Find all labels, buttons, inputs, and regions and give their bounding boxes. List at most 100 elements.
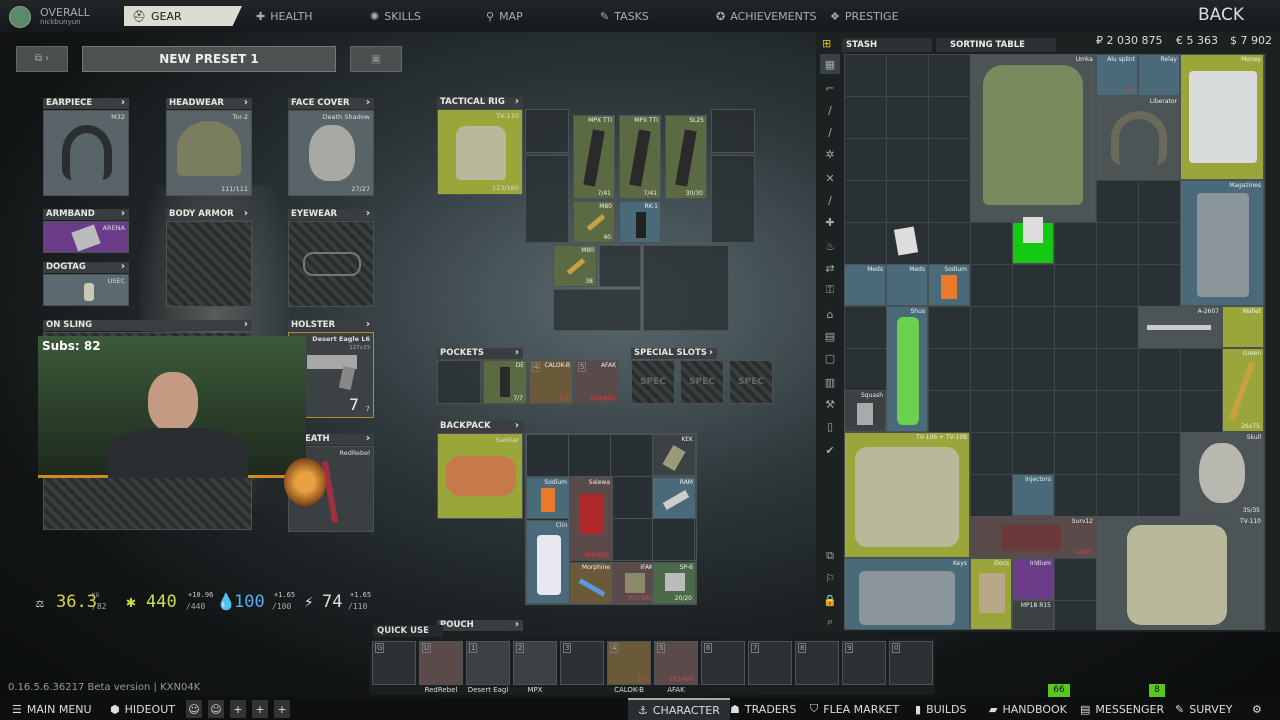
quick-use-slot[interactable]: 2 — [513, 641, 557, 685]
character-button[interactable]: ⚓ CHARACTER — [628, 698, 730, 720]
quick-use-slot[interactable]: G — [372, 641, 416, 685]
stash-umka-item[interactable]: Umka — [970, 54, 1096, 222]
rig-mag-cell[interactable]: MPX TTI 7/41 — [619, 115, 661, 199]
special-slot[interactable]: SPEC — [680, 360, 724, 404]
stash-search-icon[interactable]: ⌕ — [820, 612, 840, 632]
filter-tools-icon[interactable]: ✕ — [820, 168, 840, 188]
rig-cell[interactable] — [711, 109, 755, 153]
filter-info-icon[interactable]: ▥ — [820, 372, 840, 392]
backpack-ifak-item[interactable]: IFAK 300/300 — [612, 562, 656, 604]
pocket-afak-cell[interactable]: 5 AFAK 253/400 — [575, 360, 619, 404]
preset-copy-button[interactable]: ⧉ › — [16, 46, 68, 72]
stash-knife-item[interactable]: A-2607 — [1138, 306, 1222, 348]
tab-tasks[interactable]: ✎ TASKS — [600, 6, 649, 26]
quick-use-slot[interactable]: 4 1/3 — [607, 641, 651, 685]
filter-barter-icon[interactable]: ⇄ — [820, 258, 840, 278]
rig-ammo-cell[interactable]: M80 40 — [573, 201, 615, 243]
hideout-button[interactable]: ⬢ HIDEOUT — [110, 700, 175, 718]
profile-button[interactable]: ☺ — [186, 700, 202, 718]
quick-use-slot[interactable]: 6 — [701, 641, 745, 685]
dogtag-slot[interactable]: USEC — [43, 274, 129, 306]
filter-favorite-icon[interactable]: ✔ — [820, 440, 840, 460]
pocket-cell[interactable] — [437, 360, 481, 404]
filter-medical-icon[interactable]: ✚ — [820, 212, 840, 232]
filter-knife-icon[interactable]: ∕ — [820, 190, 840, 210]
stash-keys-case-item[interactable]: Keys — [844, 558, 970, 630]
filter-parts-icon[interactable]: ✲ — [820, 144, 840, 164]
stash-splint-item[interactable]: Alu splint 5/5 — [1096, 54, 1138, 96]
eyewear-slot[interactable] — [288, 221, 374, 307]
rig-cell[interactable] — [525, 155, 569, 243]
backpack-sp6-item[interactable]: SP-6 20/20 — [652, 562, 696, 604]
rig-cell[interactable] — [599, 245, 641, 287]
stash-tv106-item[interactable]: TV-106 + TV-109 — [844, 432, 970, 558]
special-slot[interactable]: SPEC — [729, 360, 773, 404]
survey-button[interactable]: ✎ SURVEY — [1175, 700, 1233, 718]
flea-market-button[interactable]: ⛉ FLEA MARKET — [810, 700, 899, 718]
face-cover-slot[interactable]: Death Shadow 27/27 — [288, 110, 374, 196]
quick-use-slot[interactable]: 8 — [795, 641, 839, 685]
rig-mag-cell[interactable]: MPX TTI 7/41 — [573, 115, 615, 199]
backpack-ram-item[interactable]: RAM — [652, 477, 696, 519]
stash-relay-item[interactable]: Relay — [1138, 54, 1180, 96]
quick-use-slot[interactable]: 1 — [466, 641, 510, 685]
quick-use-slot[interactable]: 0 — [889, 641, 933, 685]
body-armor-slot[interactable] — [166, 221, 252, 307]
filter-all-icon[interactable]: ▦ — [820, 54, 840, 74]
filter-special-icon[interactable]: ⚒ — [820, 394, 840, 414]
tab-skills[interactable]: ✺ SKILLS — [370, 6, 421, 26]
quick-use-slot[interactable]: 3 — [560, 641, 604, 685]
rig-ammo-cell[interactable]: M80 38 — [553, 245, 597, 287]
filter-food-icon[interactable]: ♨ — [820, 236, 840, 256]
backpack-slot[interactable]: Sanitar — [437, 433, 523, 519]
ragman-button[interactable]: ☺ — [208, 700, 224, 718]
preset-name-field[interactable]: NEW PRESET 1 — [82, 46, 336, 72]
rig-mag-cell[interactable]: SL25 30/30 — [665, 115, 707, 199]
preset-save-button[interactable]: ▣ — [350, 46, 402, 72]
stash-green-ammo-item[interactable]: Green 26x75 — [1222, 348, 1264, 432]
traders-button[interactable]: ☗ TRADERS — [730, 700, 796, 718]
stash-green-item[interactable] — [1012, 217, 1054, 264]
stash-magazines-case-item[interactable]: Magazines — [1180, 180, 1264, 306]
back-button[interactable]: BACK — [1198, 5, 1244, 25]
handbook-button[interactable]: ▰ HANDBOOK — [989, 700, 1067, 718]
stash-skull-mask-item[interactable]: Skull 35/35 — [1180, 432, 1264, 516]
stash-iridium-item[interactable]: Iridium — [1012, 558, 1054, 600]
armband-slot[interactable]: ARENA — [43, 221, 129, 253]
filter-containers-icon[interactable]: ⌂ — [820, 304, 840, 324]
stash-meds-case-item[interactable]: Meds — [844, 264, 886, 306]
backpack-clin-item[interactable]: Clin — [526, 520, 570, 604]
stash-wallet-item[interactable]: Wallet — [1222, 306, 1264, 348]
rig-cell[interactable] — [525, 109, 569, 153]
special-slot[interactable]: SPEC — [631, 360, 675, 404]
backpack-sodium-item[interactable]: Sodium — [526, 477, 570, 519]
rig-cell[interactable] — [643, 245, 729, 331]
tab-map[interactable]: ⚲ MAP — [486, 6, 523, 26]
filter-keys-icon[interactable]: ⚿ — [820, 280, 840, 300]
stash-tv110-item[interactable]: TV-110 — [1096, 516, 1264, 630]
messenger-button[interactable]: ▤ MESSENGER — [1080, 700, 1164, 718]
stash-lock-icon[interactable]: 🔒 — [820, 590, 840, 610]
stash-shus-item[interactable]: Shus — [886, 306, 928, 432]
tab-sorting-table[interactable]: SORTING TABLE — [936, 38, 1056, 52]
filter-mods-icon[interactable]: ∕ — [820, 122, 840, 142]
quick-use-slot[interactable]: 9 — [842, 641, 886, 685]
stash-docs-case-item[interactable]: Docs — [970, 558, 1012, 630]
tactical-rig-slot[interactable]: TV-110 123/160 — [437, 109, 523, 195]
builds-button[interactable]: ▮ BUILDS — [915, 700, 967, 718]
stash-surv12-item[interactable]: Surv12 14/15 — [970, 516, 1096, 558]
backpack-kek-item[interactable]: KEK — [652, 434, 696, 476]
quick-use-slot[interactable]: U — [419, 641, 463, 685]
rig-grip-cell[interactable]: RK-1 — [619, 201, 661, 243]
avatar[interactable] — [9, 6, 31, 28]
headwear-slot[interactable]: Tor-2 111/111 — [166, 110, 252, 196]
add-slot-button[interactable]: + — [230, 700, 246, 718]
backpack-salewa-item[interactable]: Salewa 400/400 — [569, 477, 613, 561]
rig-cell[interactable] — [553, 289, 641, 331]
pocket-mag-cell[interactable]: DE 7/7 — [483, 360, 527, 404]
tab-achievements[interactable]: ✪ ACHIEVEMENTS — [716, 6, 817, 26]
stash-pin-icon[interactable]: ⚐ — [820, 568, 840, 588]
filter-weapons-icon[interactable]: ⌐ — [820, 78, 840, 98]
rig-cell[interactable] — [711, 155, 755, 243]
filter-armor-icon[interactable]: ▢ — [820, 348, 840, 368]
